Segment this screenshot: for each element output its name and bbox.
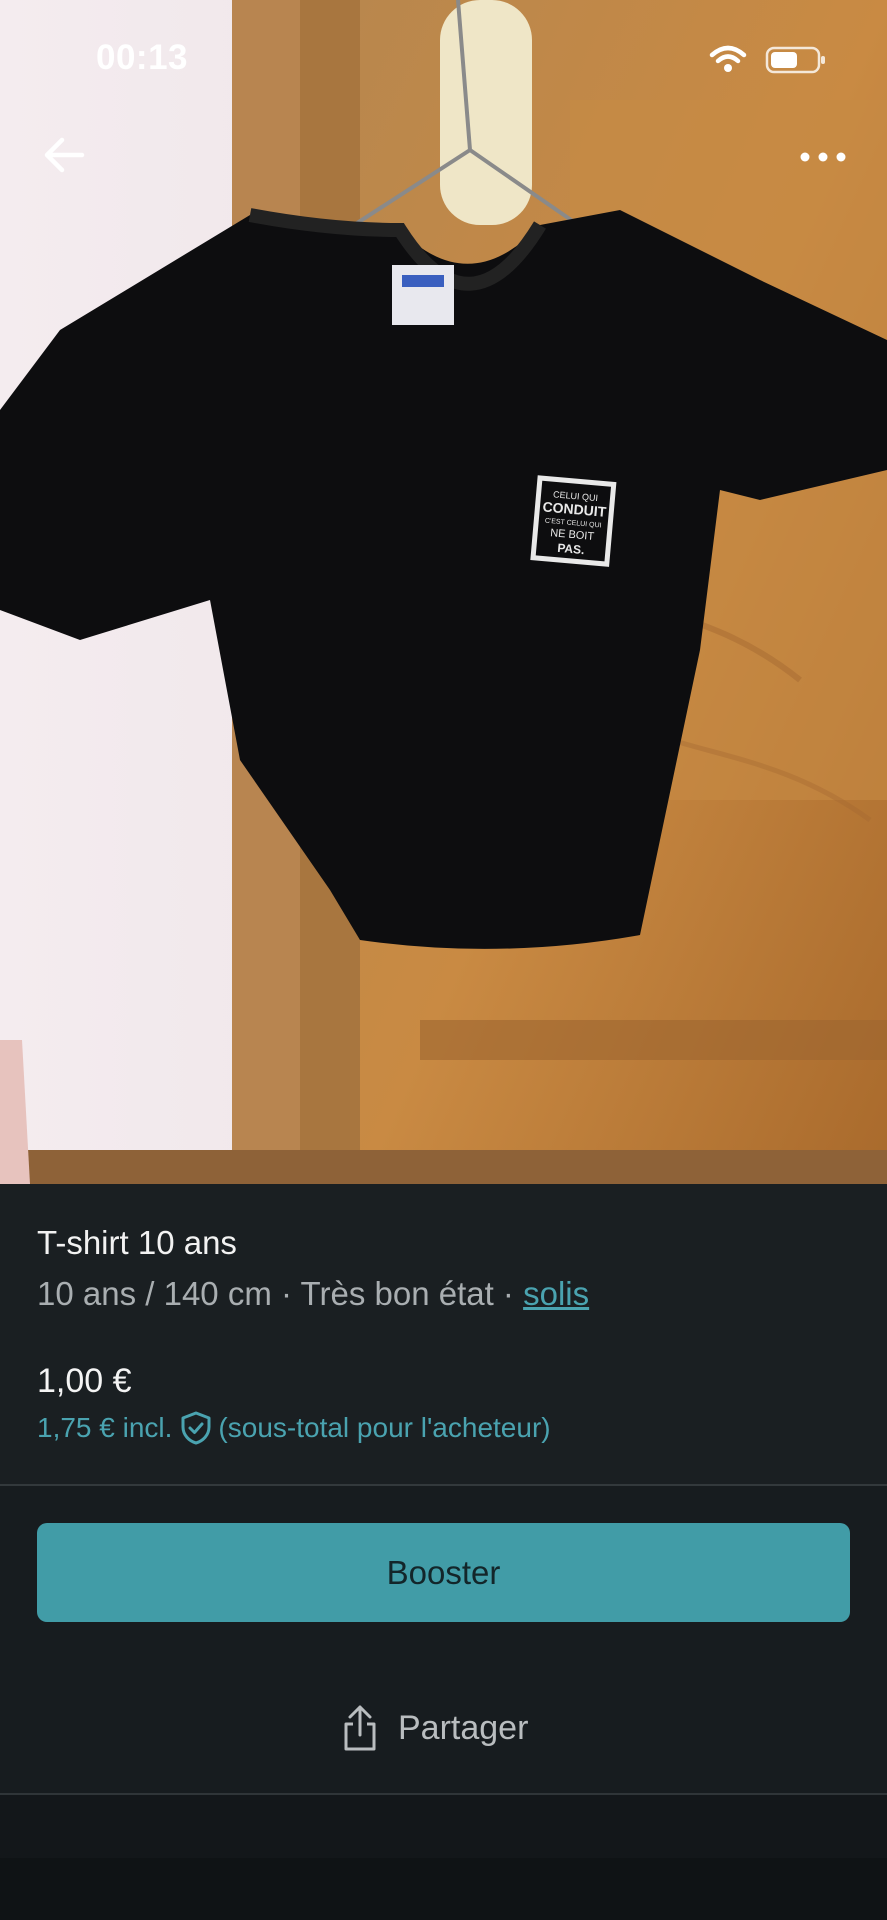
more-horizontal-icon[interactable] bbox=[796, 140, 850, 174]
share-button[interactable]: Partager bbox=[340, 1700, 528, 1756]
bottom-bar bbox=[0, 1858, 887, 1920]
item-details: 10 ans / 140 cm · Très bon état · solis bbox=[37, 1275, 589, 1313]
shield-check-icon bbox=[180, 1411, 212, 1445]
item-price: 1,00 € bbox=[37, 1362, 132, 1400]
separator: · bbox=[493, 1275, 524, 1312]
status-time: 00:13 bbox=[96, 38, 189, 77]
share-label: Partager bbox=[398, 1708, 529, 1747]
arrow-left-icon[interactable] bbox=[38, 128, 92, 182]
brand-link[interactable]: solis bbox=[523, 1275, 589, 1312]
item-title: T-shirt 10 ans bbox=[37, 1224, 237, 1261]
battery-icon bbox=[765, 45, 827, 80]
booster-button[interactable]: Booster bbox=[37, 1523, 850, 1622]
status-bar: 00:13 bbox=[0, 0, 887, 120]
item-condition: Très bon état bbox=[300, 1275, 494, 1312]
product-photo[interactable]: CELUI QUI CONDUIT C'EST CELUI QUI NE BOI… bbox=[0, 0, 887, 1184]
price-incl: 1,75 € incl. bbox=[37, 1412, 173, 1443]
separator: · bbox=[271, 1275, 301, 1312]
item-size: 10 ans / 140 cm bbox=[37, 1275, 272, 1312]
share-icon bbox=[340, 1703, 380, 1753]
buyer-note: (sous-total pour l'acheteur) bbox=[218, 1412, 551, 1443]
product-photo-illustration: CELUI QUI CONDUIT C'EST CELUI QUI NE BOI… bbox=[0, 0, 887, 1184]
buyer-price-row[interactable]: 1,75 € incl. (sous-total pour l'acheteur… bbox=[37, 1411, 551, 1445]
wifi-icon bbox=[708, 44, 748, 79]
logo-line-5: PAS. bbox=[557, 541, 585, 557]
